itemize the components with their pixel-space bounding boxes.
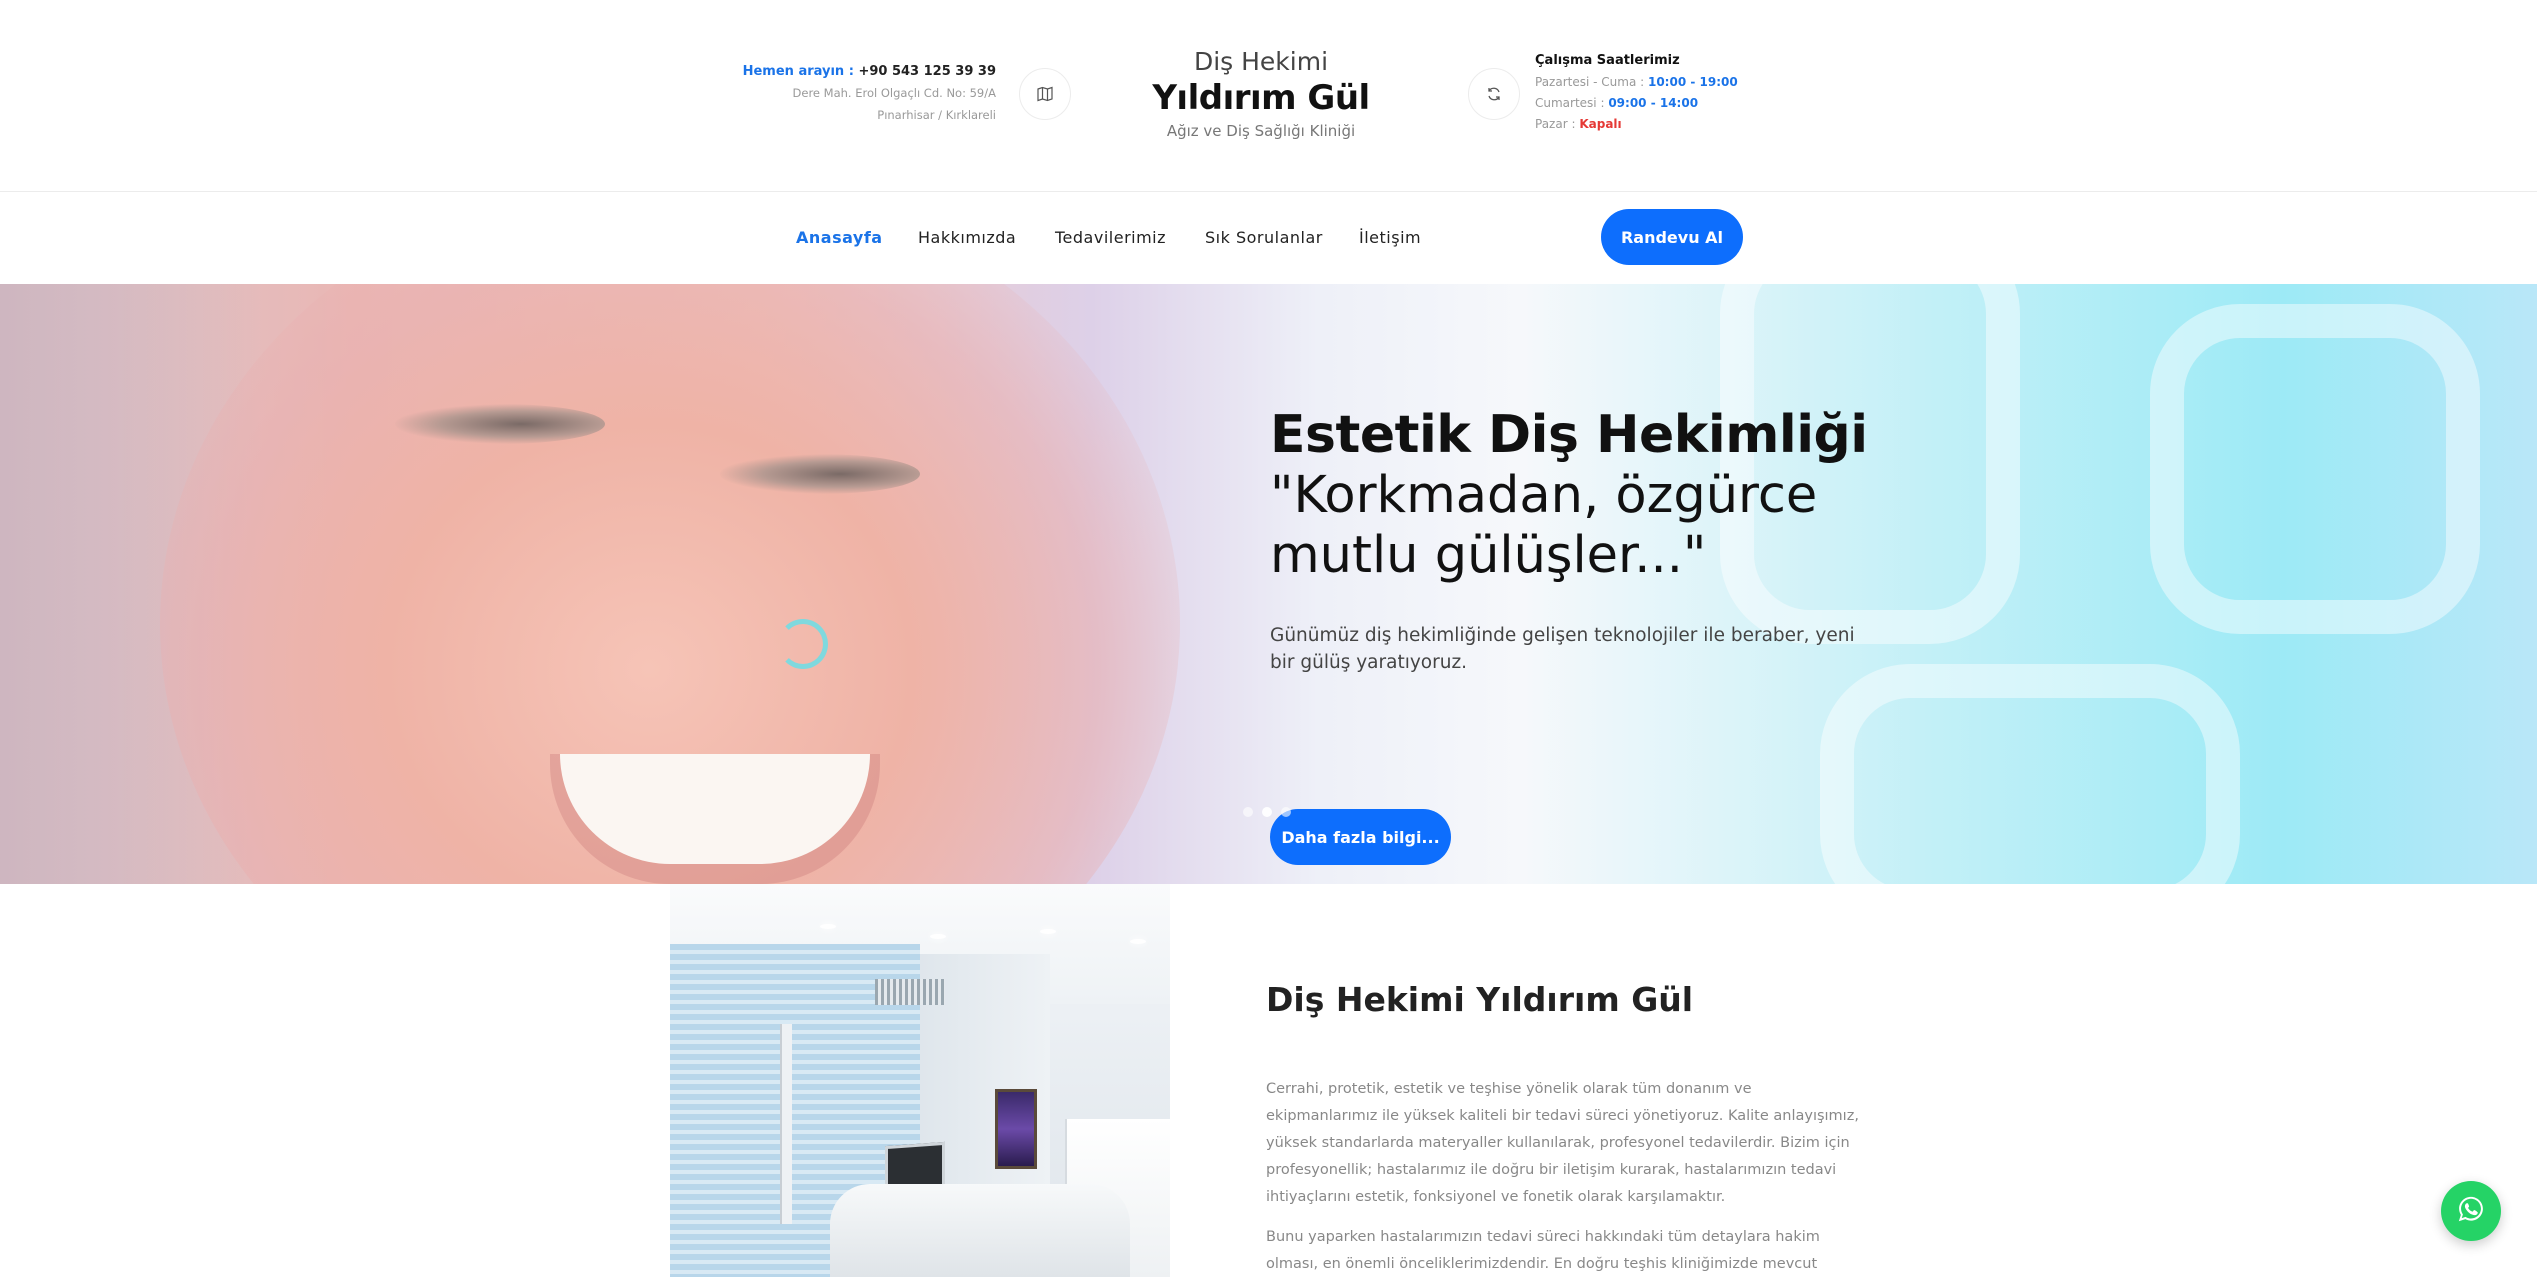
hours-weekday: Pazartesi - Cuma : 10:00 - 19:00 (1535, 72, 1738, 93)
hours-title: Çalışma Saatlerimiz (1535, 53, 1680, 68)
nav-item-hakkimizda[interactable]: Hakkımızda (918, 228, 1016, 247)
hero-image-nose-ring (778, 619, 828, 669)
hero-neon-shape (1820, 664, 2240, 884)
whatsapp-icon (2456, 1194, 2486, 1228)
hero-content: Estetik Diş Hekimliği "Korkmadan, özgürc… (1270, 404, 1890, 865)
hours-saturday: Cumartesi : 09:00 - 14:00 (1535, 93, 1738, 114)
refresh-icon (1468, 68, 1520, 120)
hero-image-eye-left (395, 404, 605, 444)
hours-value: 10:00 - 19:00 (1647, 75, 1738, 89)
hero-image-eye-right (720, 454, 920, 494)
clinic-photo (670, 884, 1170, 1277)
address-line-1: Dere Mah. Erol Olgaçlı Cd. No: 59/A (792, 86, 996, 100)
about-section: Diş Hekimi Yıldırım Gül Cerrahi, proteti… (1266, 978, 1866, 1272)
hours-closed-value: Kapalı (1579, 117, 1622, 131)
clinic-photo-painting (995, 1089, 1037, 1169)
ceiling-light (820, 924, 836, 929)
clinic-photo-dental-chair (830, 1184, 1130, 1277)
logo-main-text: Yıldırım Gül (1152, 78, 1370, 118)
top-header: Hemen arayın : +90 543 125 39 39 Dere Ma… (0, 0, 2537, 192)
contact-info: Hemen arayın : +90 543 125 39 39 Dere Ma… (743, 62, 996, 126)
clinic-photo-lamp-arm (780, 1024, 792, 1224)
hours-value: 09:00 - 14:00 (1608, 96, 1699, 110)
hero-quote: "Korkmadan, özgürce mutlu gülüşler..." (1270, 466, 1818, 585)
nav-item-sik-sorulanlar[interactable]: Sık Sorulanlar (1205, 228, 1323, 247)
slider-dot[interactable] (1281, 807, 1291, 817)
nav-item-iletisim[interactable]: İletişim (1359, 228, 1421, 247)
slider-dot[interactable] (1243, 807, 1253, 817)
address-line-2: Pınarhisar / Kırklareli (877, 108, 996, 122)
about-title: Diş Hekimi Yıldırım Gül (1266, 980, 1694, 1019)
hours-day-label: Cumartesi : (1535, 96, 1605, 110)
call-label: Hemen arayın : (742, 64, 854, 79)
hero-slider: Estetik Diş Hekimliği "Korkmadan, özgürc… (0, 284, 2537, 884)
about-paragraph-2: Bunu yaparken hastalarımızın tedavi süre… (1266, 1229, 1820, 1272)
about-paragraph-1: Cerrahi, protetik, estetik ve teşhise yö… (1266, 1081, 1859, 1205)
hours-sunday: Pazar : Kapalı (1535, 114, 1738, 135)
logo-subtitle: Ağız ve Diş Sağlığı Kliniği (1166, 122, 1356, 140)
map-icon[interactable] (1019, 68, 1071, 120)
hours-day-label: Pazar : (1535, 117, 1576, 131)
hours-day-label: Pazartesi - Cuma : (1535, 75, 1645, 89)
phone-number[interactable]: +90 543 125 39 39 (858, 64, 996, 79)
slider-dot-active[interactable] (1262, 807, 1272, 817)
working-hours: Çalışma Saatlerimiz Pazartesi - Cuma : 1… (1535, 50, 1738, 135)
main-nav: Anasayfa Hakkımızda Tedavilerimiz Sık So… (0, 192, 2537, 284)
logo-top-text: Diş Hekimi (1193, 47, 1329, 76)
hero-title: Estetik Diş Hekimliği (1270, 405, 1868, 465)
whatsapp-button[interactable] (2441, 1181, 2501, 1241)
ceiling-light (1040, 929, 1056, 934)
more-info-button[interactable]: Daha fazla bilgi... (1270, 809, 1451, 865)
phone-line[interactable]: Hemen arayın : +90 543 125 39 39 (743, 62, 996, 82)
ceiling-light (930, 934, 946, 939)
ceiling-light (1130, 939, 1146, 944)
clinic-photo-vent (875, 979, 945, 1005)
site-logo[interactable]: Diş Hekimi Yıldırım Gül Ağız ve Diş Sağl… (1086, 46, 1436, 144)
nav-item-tedavilerimiz[interactable]: Tedavilerimiz (1055, 228, 1166, 247)
slider-dots (1243, 807, 1291, 817)
hero-neon-shape (2150, 304, 2480, 634)
appointment-button[interactable]: Randevu Al (1601, 209, 1743, 265)
nav-item-anasayfa[interactable]: Anasayfa (796, 228, 883, 247)
hero-description: Günümüz diş hekimliğinde gelişen teknolo… (1270, 625, 1855, 673)
